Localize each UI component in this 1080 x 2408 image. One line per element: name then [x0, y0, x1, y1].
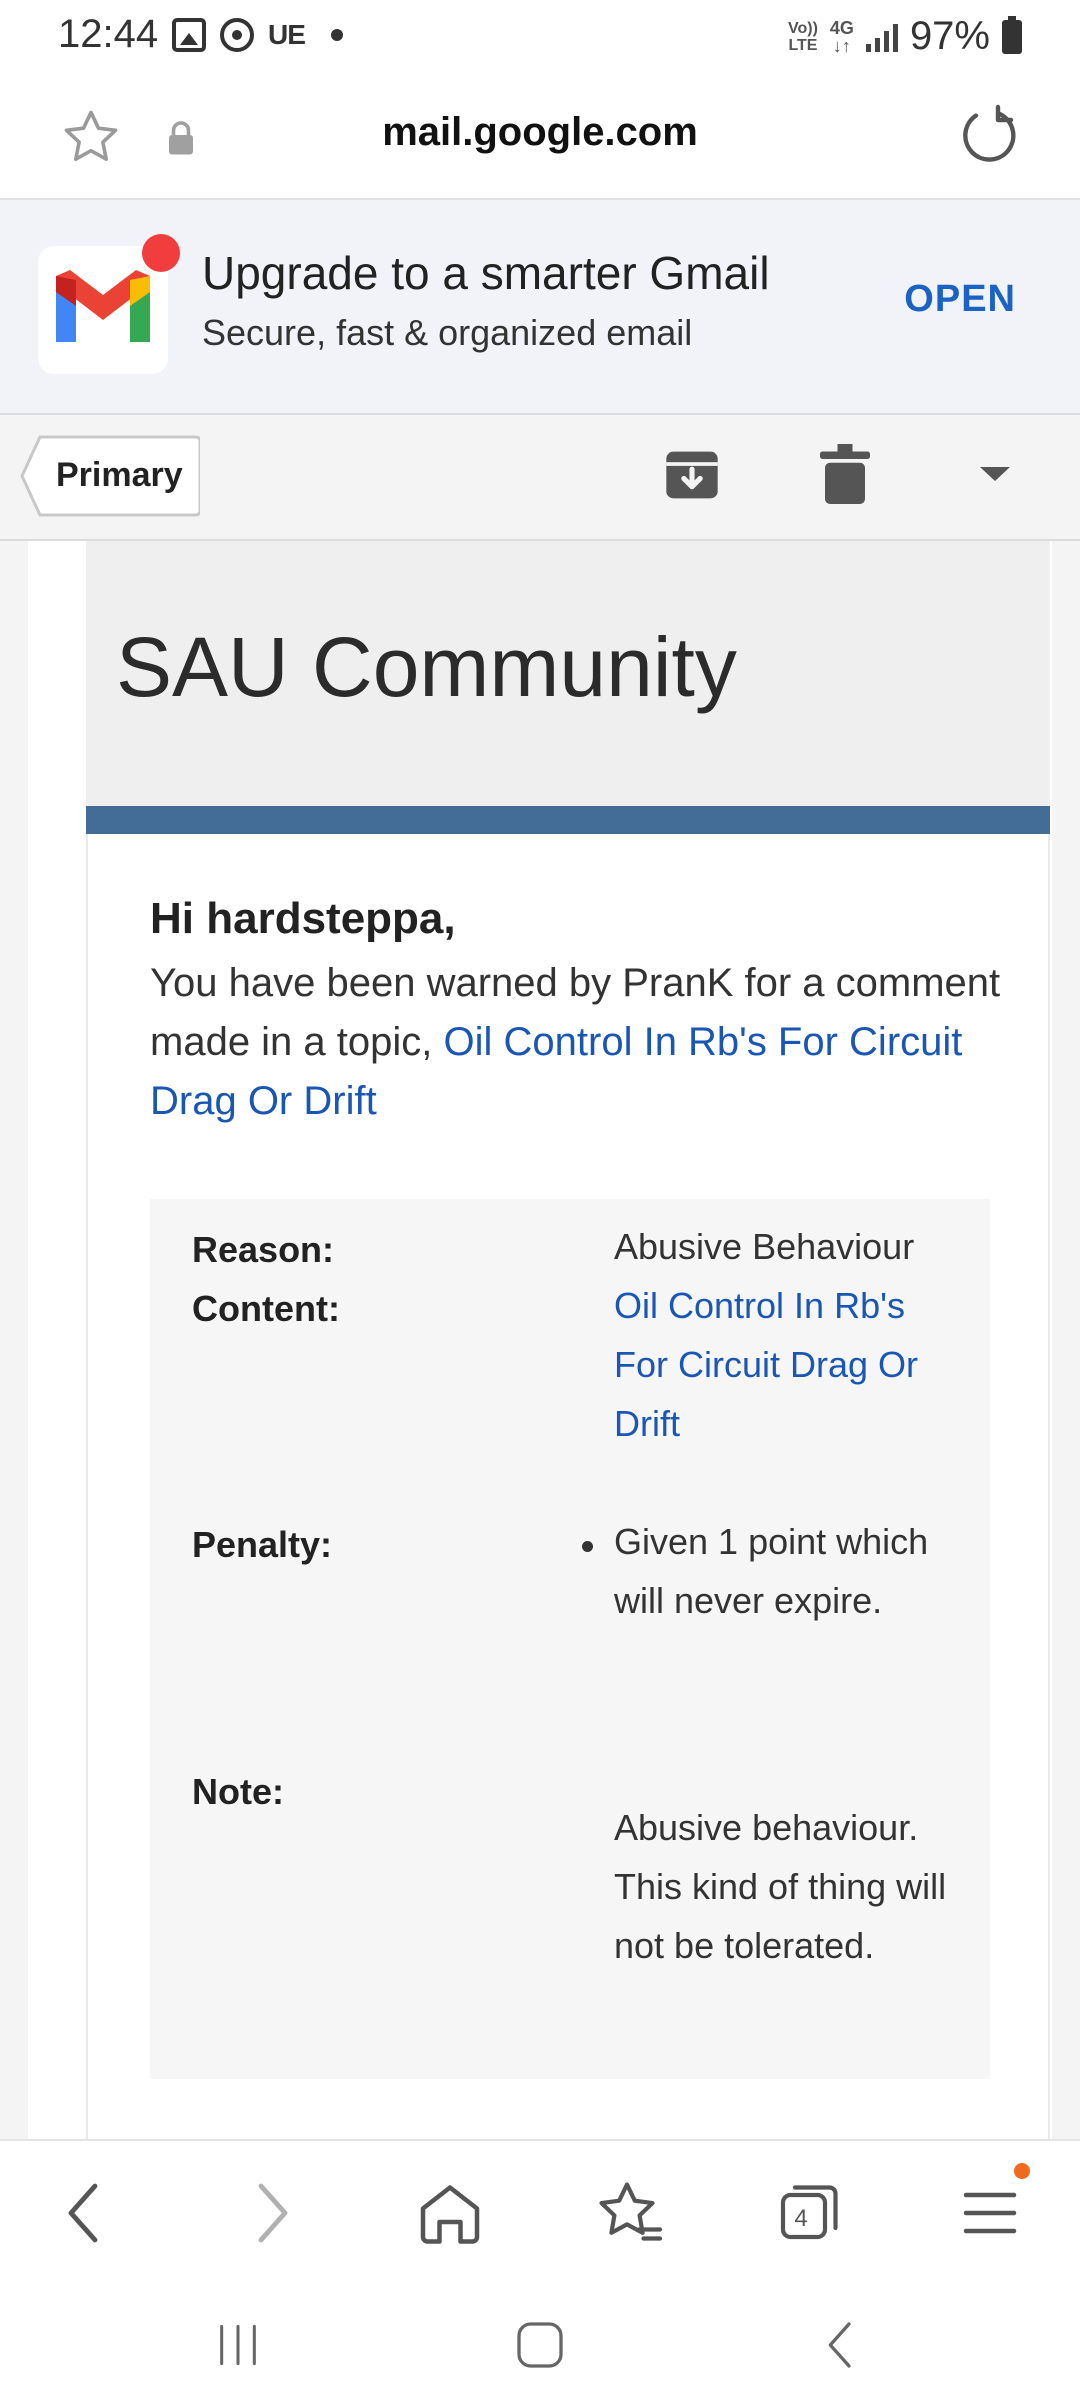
content-link[interactable]: Oil Control In Rb's For Circuit Drag Or … — [614, 1276, 954, 1453]
reason-value: Abusive Behaviour — [614, 1226, 915, 1267]
app-notification-icon — [220, 18, 254, 52]
gmail-toolbar: Primary — [0, 415, 1080, 541]
screen: 12:44 UE Vo)) LTE 4G ↓↑ 97% mail.google.co… — [0, 0, 1080, 2408]
gmail-app-banner: Upgrade to a smarter Gmail Secure, fast … — [0, 200, 1080, 415]
banner-title: Upgrade to a smarter Gmail — [202, 247, 770, 299]
chevron-down-icon[interactable] — [978, 463, 1012, 483]
gallery-notification-icon — [172, 18, 206, 52]
reload-icon[interactable] — [958, 104, 1022, 168]
note-label: Note: — [192, 1771, 284, 1812]
menu-icon[interactable] — [954, 2177, 1026, 2249]
intro-paragraph: You have been warned by PranK for a comm… — [150, 954, 1030, 1131]
accent-bar — [86, 806, 1050, 834]
greeting: Hi hardsteppa, — [150, 894, 456, 943]
tabs-button[interactable]: 4 — [774, 2177, 846, 2249]
more-notifications-dot-icon — [330, 29, 343, 41]
bullet-icon — [582, 1541, 593, 1552]
penalty-value: Given 1 point which will never expire. — [614, 1521, 929, 1621]
system-navigation-bar — [0, 2279, 1080, 2408]
trash-icon[interactable] — [820, 443, 870, 505]
forward-arrow-icon[interactable] — [234, 2177, 306, 2249]
gmail-logo-icon — [38, 234, 180, 374]
home-icon[interactable] — [414, 2177, 486, 2249]
reason-label: Reason: — [192, 1229, 335, 1270]
status-time: 12:44 — [58, 12, 159, 56]
note-value: Abusive behaviour. This kind of thing wi… — [614, 1807, 947, 1966]
community-title: SAU Community — [116, 620, 737, 714]
archive-icon[interactable] — [664, 447, 720, 503]
back-arrow-icon[interactable] — [50, 2177, 122, 2249]
tab-count: 4 — [794, 2205, 808, 2232]
battery-percent: 97% — [909, 14, 990, 58]
ue-notification-icon: UE — [268, 19, 306, 50]
menu-notification-dot-icon — [1014, 2163, 1030, 2179]
email-body: SAU Community Hi hardsteppa, You have be… — [0, 541, 1080, 2139]
back-to-primary-button[interactable]: Primary — [20, 435, 200, 517]
browser-address-bar: mail.google.com — [0, 76, 1080, 200]
browser-bottom-bar: 4 — [0, 2139, 1080, 2279]
status-bar: 12:44 UE Vo)) LTE 4G ↓↑ 97% — [0, 0, 1080, 76]
url-text[interactable]: mail.google.com — [0, 110, 1080, 155]
bookmarks-icon[interactable] — [594, 2177, 666, 2249]
penalty-label: Penalty: — [192, 1524, 333, 1565]
email-frame: SAU Community Hi hardsteppa, You have be… — [28, 541, 1052, 2139]
network-4g-icon: 4G ↓↑ — [829, 17, 854, 56]
notification-icons: UE — [172, 18, 343, 52]
system-back-icon[interactable] — [814, 2317, 870, 2373]
email-header: SAU Community — [86, 541, 1050, 806]
open-app-button[interactable]: OPEN — [904, 278, 1016, 321]
home-button-icon[interactable] — [512, 2317, 568, 2373]
banner-subtitle: Secure, fast & organized email — [202, 312, 693, 353]
recent-apps-icon[interactable] — [210, 2317, 266, 2373]
battery-icon — [1002, 15, 1022, 54]
content-label: Content: — [192, 1288, 340, 1329]
system-icons: Vo)) LTE 4G ↓↑ 97% — [788, 14, 1022, 59]
notification-badge-icon — [142, 234, 180, 272]
signal-strength-icon — [865, 22, 898, 52]
primary-label: Primary — [56, 456, 183, 494]
email-card: Hi hardsteppa, You have been warned by P… — [86, 834, 1050, 2139]
warning-details: Reason: Abusive Behaviour Content: Oil C… — [150, 1199, 990, 2079]
volte-icon: Vo)) LTE — [788, 19, 818, 54]
